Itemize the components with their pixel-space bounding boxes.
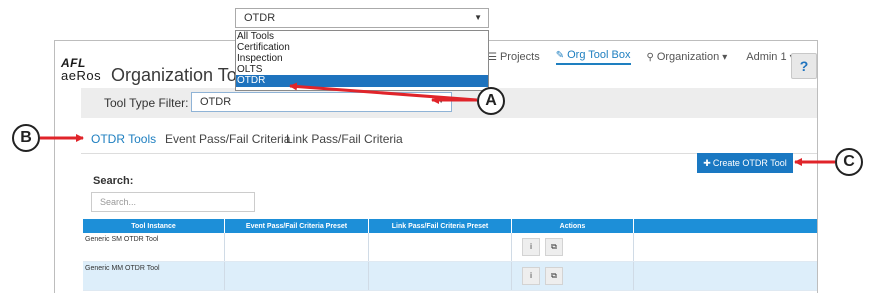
- tab-link-pass-fail-criteria[interactable]: Link Pass/Fail Criteria: [286, 132, 403, 146]
- nav-organization[interactable]: ⚲ Organization ▾: [647, 51, 731, 63]
- cell-actions: i ⧉: [512, 262, 634, 290]
- callout-c: C: [835, 148, 863, 176]
- top-navigation: ☰ Projects ✎ Org Tool Box ⚲ Organization…: [488, 49, 814, 65]
- caret-down-icon: ▼: [474, 13, 482, 22]
- caret-down-icon: ▾: [722, 51, 728, 63]
- logo-product: aeRos: [61, 68, 102, 83]
- info-button[interactable]: i: [522, 267, 540, 285]
- column-header-empty: [634, 219, 817, 233]
- nav-org-tool-box-label: Org Tool Box: [567, 49, 631, 61]
- dropdown-option-inspection[interactable]: Inspection: [236, 53, 488, 64]
- column-header-event-preset[interactable]: Event Pass/Fail Criteria Preset: [225, 219, 369, 233]
- table-header: Tool Instance Event Pass/Fail Criteria P…: [83, 219, 817, 233]
- create-otdr-tool-button[interactable]: ✚ Create OTDR Tool: [697, 153, 793, 173]
- nav-user-menu[interactable]: Admin 1 ▾: [746, 51, 797, 63]
- plus-icon: ✚: [703, 157, 711, 168]
- cell-empty: [634, 233, 817, 261]
- nav-projects[interactable]: ☰ Projects: [488, 51, 540, 63]
- help-button[interactable]: ?: [791, 53, 817, 79]
- filter-bar: Tool Type Filter: OTDR ▼: [81, 88, 817, 118]
- tool-type-dropdown-value: OTDR: [244, 12, 276, 24]
- nav-org-tool-box[interactable]: ✎ Org Tool Box: [555, 49, 631, 65]
- caret-down-icon: ▼: [437, 96, 445, 105]
- cell-actions: i ⧉: [512, 233, 634, 261]
- create-otdr-tool-label: Create OTDR Tool: [712, 158, 787, 168]
- cell-event-preset: [225, 262, 369, 290]
- callout-b: B: [12, 124, 40, 152]
- cell-empty: [634, 262, 817, 290]
- column-header-actions: Actions: [512, 219, 634, 233]
- callout-a: A: [477, 87, 505, 115]
- dropdown-option-certification[interactable]: Certification: [236, 42, 488, 53]
- search-label: Search:: [93, 175, 134, 187]
- nav-user-label: Admin 1: [746, 51, 787, 63]
- cell-tool-instance: Generic SM OTDR Tool: [83, 233, 225, 261]
- cell-link-preset: [369, 262, 512, 290]
- table-row[interactable]: Generic MM OTDR Tool i ⧉: [83, 262, 817, 291]
- cell-event-preset: [225, 233, 369, 261]
- copy-button[interactable]: ⧉: [544, 267, 563, 285]
- info-button[interactable]: i: [522, 238, 540, 256]
- dropdown-option-otdr[interactable]: OTDR: [236, 75, 488, 87]
- nav-projects-label: Projects: [499, 51, 540, 63]
- tab-otdr-tools[interactable]: OTDR Tools: [91, 132, 156, 146]
- tab-bar: OTDR Tools Event Pass/Fail Criteria Link…: [81, 129, 817, 154]
- sitemap-icon: ⚲: [646, 51, 654, 63]
- tool-type-filter-label: Tool Type Filter:: [104, 96, 189, 110]
- dropdown-option-olts[interactable]: OLTS: [236, 64, 488, 75]
- search-input[interactable]: Search...: [91, 192, 255, 212]
- tool-type-filter-value: OTDR: [200, 96, 232, 108]
- wrench-icon: ✎: [555, 49, 565, 61]
- afl-aeros-logo: AFL aeRos: [61, 56, 101, 90]
- dropdown-option-all-tools[interactable]: All Tools: [236, 31, 488, 42]
- table-row[interactable]: Generic SM OTDR Tool i ⧉: [83, 233, 817, 262]
- copy-button[interactable]: ⧉: [544, 238, 563, 256]
- tab-event-pass-fail-criteria[interactable]: Event Pass/Fail Criteria: [165, 132, 290, 146]
- column-header-tool-instance[interactable]: Tool Instance: [83, 219, 225, 233]
- column-header-link-preset[interactable]: Link Pass/Fail Criteria Preset: [369, 219, 512, 233]
- tool-type-filter-select[interactable]: OTDR ▼: [191, 92, 452, 112]
- list-icon: ☰: [488, 51, 497, 63]
- cell-link-preset: [369, 233, 512, 261]
- nav-organization-label: Organization: [656, 51, 720, 63]
- tools-table: Tool Instance Event Pass/Fail Criteria P…: [83, 219, 817, 291]
- tool-type-dropdown[interactable]: OTDR ▼: [235, 8, 489, 28]
- cell-tool-instance: Generic MM OTDR Tool: [83, 262, 225, 290]
- tool-type-dropdown-list: All Tools Certification Inspection OLTS …: [235, 30, 489, 91]
